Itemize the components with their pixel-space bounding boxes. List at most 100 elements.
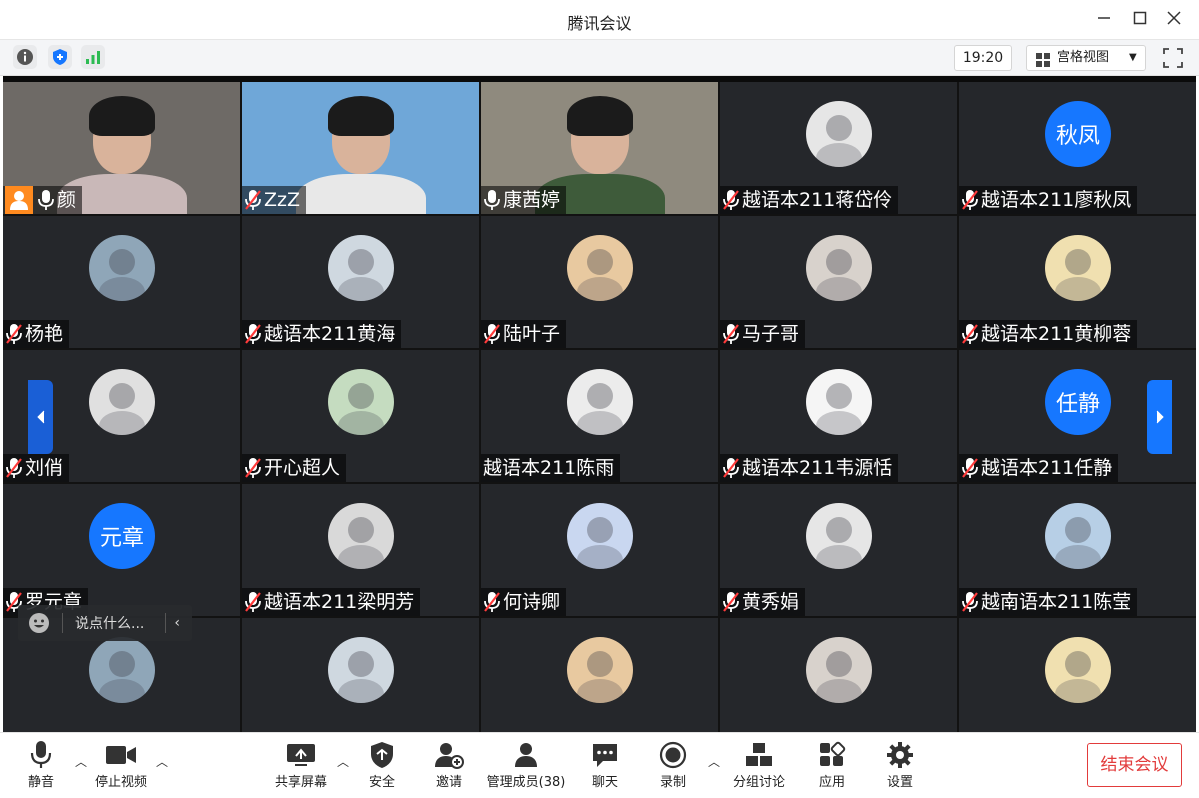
participant-name: 开心超人 (264, 457, 341, 479)
participant-avatar: 元章 (89, 503, 155, 569)
participant-tile[interactable] (720, 618, 957, 732)
participant-tile[interactable]: 越南语本211陈莹 (959, 484, 1196, 616)
emoji-icon[interactable] (28, 612, 50, 634)
record-button[interactable]: 录制 (651, 739, 695, 795)
participant-name-bar: 何诗卿 (481, 588, 567, 616)
chat-input-placeholder[interactable]: 说点什么... (75, 613, 157, 633)
participant-name: 越语本211黄海 (264, 323, 396, 345)
next-page-button[interactable] (1147, 380, 1172, 454)
participant-name: 越语本211黄柳蓉 (981, 323, 1132, 345)
participant-name-bar: 越语本211梁明芳 (242, 588, 421, 616)
quick-chat-box[interactable]: 说点什么... ‹ (18, 605, 192, 641)
network-signal-icon[interactable] (81, 45, 105, 69)
participant-tile[interactable]: 康茜婷 (481, 82, 718, 214)
mic-muted-icon (961, 189, 979, 211)
participant-tile[interactable]: 杨艳 (3, 216, 240, 348)
mic-muted-icon (483, 591, 501, 613)
mic-muted-icon (5, 457, 23, 479)
participant-avatar (1045, 235, 1111, 301)
invite-person-icon (435, 743, 464, 769)
minimize-button[interactable] (1092, 8, 1116, 32)
participant-tile[interactable] (242, 618, 479, 732)
settings-button[interactable]: 设置 (878, 739, 922, 795)
participant-name-bar: 越语本211廖秋凤 (959, 186, 1138, 214)
participant-name: 越语本211任静 (981, 457, 1113, 479)
chevron-down-icon: ▼ (1129, 52, 1137, 63)
participant-tile[interactable] (481, 618, 718, 732)
participant-tile[interactable]: ZzZ (242, 82, 479, 214)
participant-name-bar: 越语本211陈雨 (481, 454, 621, 482)
security-button[interactable]: 安全 (360, 739, 404, 795)
participant-tile[interactable]: 马子哥 (720, 216, 957, 348)
apps-label: 应用 (818, 775, 845, 790)
participant-tile[interactable]: 颜 (3, 82, 240, 214)
close-button[interactable] (1162, 8, 1186, 32)
participant-tile[interactable]: 越语本211蒋岱伶 (720, 82, 957, 214)
fullscreen-button[interactable] (1160, 45, 1186, 71)
manage-members-button[interactable]: 管理成员(38) (484, 739, 568, 795)
video-options-chevron-icon[interactable]: ︿ (155, 753, 169, 769)
participant-tile[interactable]: 越语本211陈雨 (481, 350, 718, 482)
participant-tile[interactable] (959, 618, 1196, 732)
record-options-chevron-icon[interactable]: ︿ (707, 753, 721, 769)
mic-muted-icon (244, 323, 262, 345)
collapse-chat-icon[interactable]: ‹ (174, 615, 180, 631)
shield-icon[interactable] (48, 45, 72, 69)
participant-tile[interactable]: 越语本211梁明芳 (242, 484, 479, 616)
mute-button[interactable]: 静音 (18, 739, 64, 795)
members-icon (515, 743, 537, 767)
participant-tile[interactable]: 越语本211韦源恬 (720, 350, 957, 482)
participant-avatar (806, 503, 872, 569)
mic-muted-icon (722, 323, 740, 345)
audio-options-chevron-icon[interactable]: ︿ (74, 753, 88, 769)
participant-avatar (806, 637, 872, 703)
participant-name-bar: 越语本211黄海 (242, 320, 402, 348)
window-titlebar: 腾讯会议 (0, 0, 1199, 40)
invite-label: 邀请 (435, 775, 462, 790)
breakout-rooms-button[interactable]: 分组讨论 (728, 739, 790, 795)
mic-muted-icon (483, 323, 501, 345)
view-layout-select[interactable]: 宫格视图 ▼ (1026, 45, 1146, 71)
participant-tile[interactable]: 元章 罗元章 (3, 484, 240, 616)
invite-button[interactable]: 邀请 (427, 739, 471, 795)
gear-icon (887, 742, 913, 768)
participant-name: 马子哥 (742, 323, 800, 345)
share-options-chevron-icon[interactable]: ︿ (336, 753, 350, 769)
participant-avatar (806, 369, 872, 435)
participant-name: 越语本211梁明芳 (264, 591, 415, 613)
mic-muted-icon (722, 457, 740, 479)
participant-avatar (1045, 503, 1111, 569)
participant-avatar (328, 369, 394, 435)
participant-name-bar: 开心超人 (242, 454, 347, 482)
participant-tile[interactable]: 开心超人 (242, 350, 479, 482)
participant-name: 刘俏 (25, 457, 64, 479)
participant-tile[interactable]: 越语本211黄柳蓉 (959, 216, 1196, 348)
maximize-button[interactable] (1128, 8, 1152, 32)
participant-tile[interactable]: 陆叶子 (481, 216, 718, 348)
stop-video-button[interactable]: 停止视频 (90, 739, 152, 795)
participant-tile[interactable]: 黄秀娟 (720, 484, 957, 616)
share-screen-button[interactable]: 共享屏幕 (270, 739, 332, 795)
fullscreen-icon (1163, 48, 1183, 68)
participant-avatar: 秋凤 (1045, 101, 1111, 167)
participant-name-bar: 康茜婷 (481, 186, 567, 214)
participant-name-bar: 越语本211蒋岱伶 (720, 186, 899, 214)
info-icon[interactable] (13, 45, 37, 69)
top-toolbar: 19:20 宫格视图 ▼ (0, 40, 1199, 76)
mic-muted-icon (244, 457, 262, 479)
participant-name-bar: 刘俏 (3, 454, 70, 482)
apps-button[interactable]: 应用 (810, 739, 854, 795)
end-meeting-button[interactable]: 结束会议 (1087, 743, 1182, 787)
participant-tile[interactable]: 秋凤越语本211廖秋凤 (959, 82, 1196, 214)
microphone-icon (30, 741, 52, 768)
participant-avatar (328, 235, 394, 301)
host-icon (5, 186, 33, 214)
apps-grid-icon (820, 741, 846, 766)
participant-tile[interactable]: 越语本211黄海 (242, 216, 479, 348)
participant-avatar (328, 637, 394, 703)
chat-button[interactable]: 聊天 (583, 739, 627, 795)
participant-name: 越南语本211陈莹 (981, 591, 1132, 613)
microphone-icon (483, 189, 501, 211)
prev-page-button[interactable] (28, 380, 53, 454)
participant-tile[interactable]: 何诗卿 (481, 484, 718, 616)
